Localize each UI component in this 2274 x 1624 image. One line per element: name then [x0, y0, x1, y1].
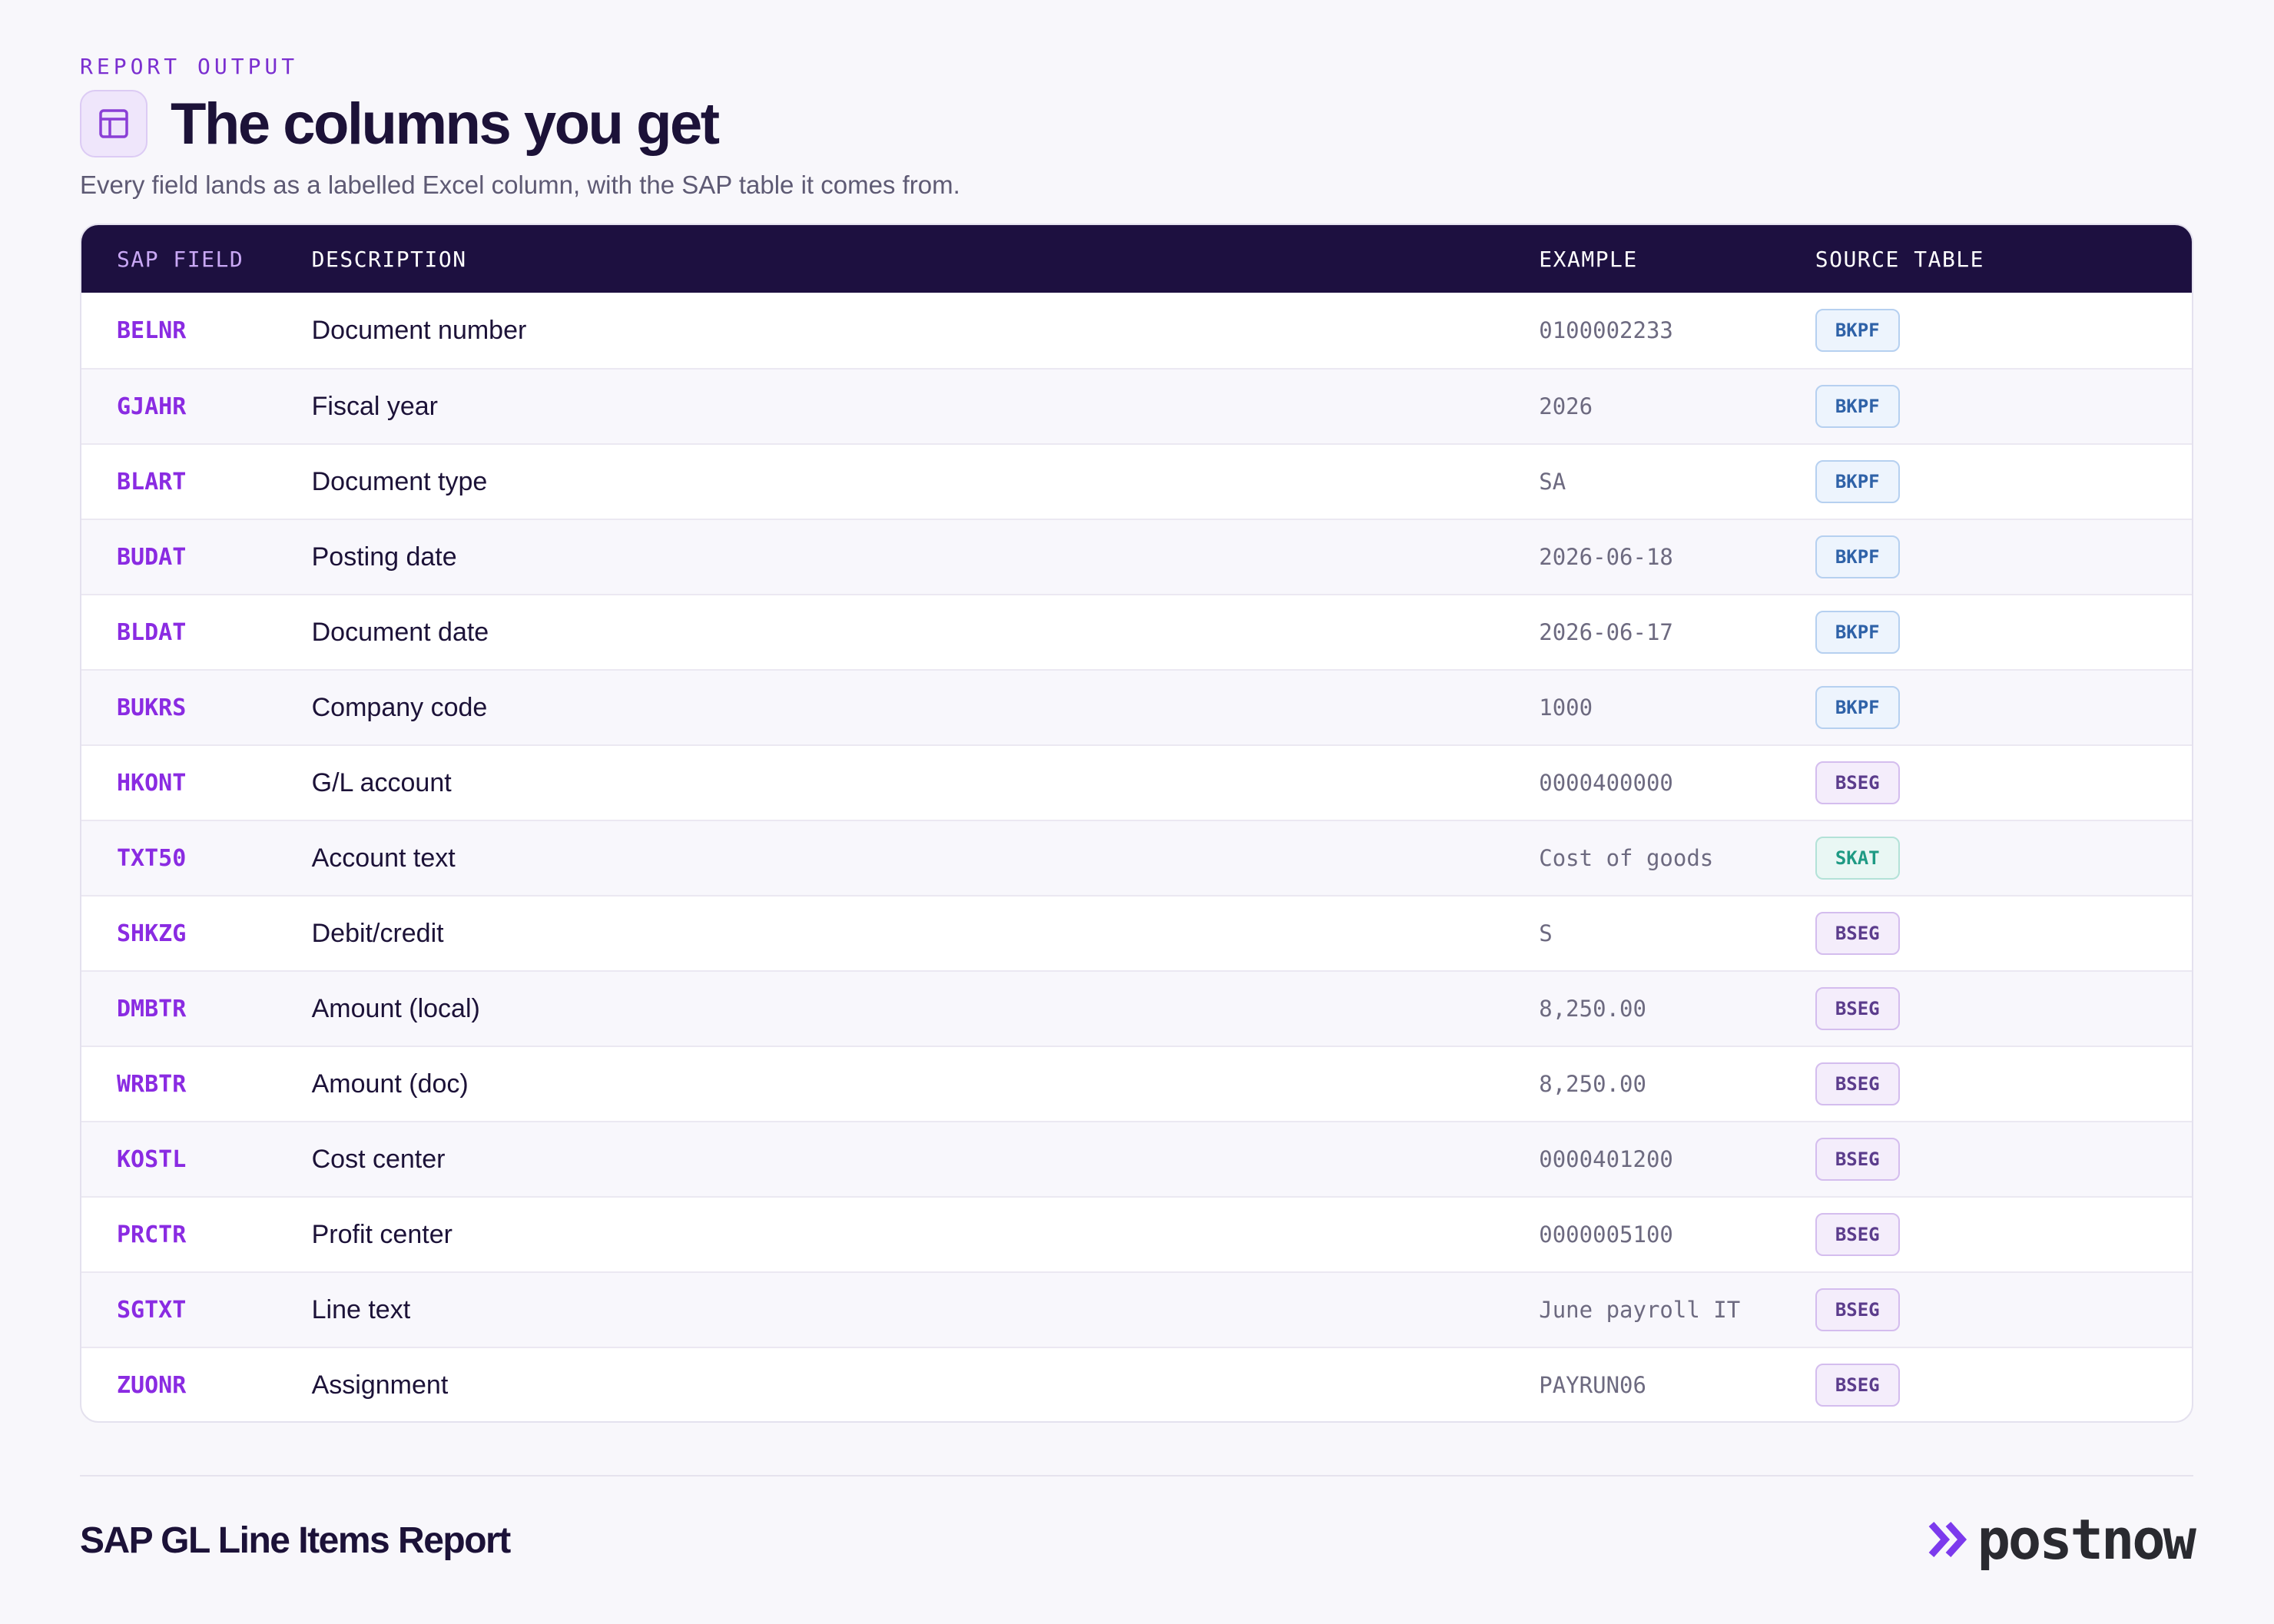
- table-row: BELNR Document number 0100002233 BKPF: [81, 293, 2192, 368]
- field-description: Amount (local): [311, 993, 480, 1023]
- field-example: 2026-06-17: [1539, 619, 1673, 645]
- source-table-badge: BSEG: [1815, 987, 1900, 1030]
- field-description: Profit center: [311, 1219, 452, 1249]
- field-example: 0000400000: [1539, 770, 1673, 796]
- table-row: GJAHR Fiscal year 2026 BKPF: [81, 368, 2192, 443]
- header-example: EXAMPLE: [1539, 246, 1638, 272]
- header-description: DESCRIPTION: [311, 246, 467, 272]
- sap-field-code: BUKRS: [117, 694, 187, 721]
- sap-field-code: BUDAT: [117, 543, 187, 571]
- field-example: 0000005100: [1539, 1221, 1673, 1248]
- field-description: Document type: [311, 466, 488, 496]
- sap-field-code: GJAHR: [117, 393, 187, 420]
- source-table-badge: BKPF: [1815, 611, 1900, 654]
- double-chevron-right-icon: [1928, 1521, 1967, 1558]
- page-subtitle: Every field lands as a labelled Excel co…: [80, 171, 960, 199]
- field-example: 8,250.00: [1539, 1071, 1646, 1097]
- source-table-badge: BSEG: [1815, 1213, 1900, 1256]
- source-table-badge: BSEG: [1815, 1288, 1900, 1331]
- field-description: Account text: [311, 843, 456, 873]
- sap-field-code: DMBTR: [117, 995, 187, 1022]
- page: REPORT OUTPUT The columns you get Every …: [0, 0, 2274, 1624]
- sap-field-code: KOSTL: [117, 1145, 187, 1173]
- header-sap-field: SAP FIELD: [117, 246, 244, 272]
- source-table-badge: BSEG: [1815, 1062, 1900, 1105]
- field-example: PAYRUN06: [1539, 1372, 1646, 1398]
- field-example: S: [1539, 920, 1553, 946]
- field-example: SA: [1539, 469, 1566, 495]
- field-example: 0100002233: [1539, 317, 1673, 343]
- source-table-badge: BKPF: [1815, 535, 1900, 578]
- source-table-badge: BSEG: [1815, 761, 1900, 804]
- sap-field-code: SGTXT: [117, 1296, 187, 1324]
- table-row: BUDAT Posting date 2026-06-18 BKPF: [81, 519, 2192, 594]
- table-row: SGTXT Line text June payroll IT BSEG: [81, 1271, 2192, 1347]
- table-header: SAP FIELD DESCRIPTION EXAMPLE SOURCE TAB…: [81, 225, 2192, 293]
- source-table-badge: BKPF: [1815, 460, 1900, 503]
- source-table-badge: BSEG: [1815, 912, 1900, 955]
- brand-name: postnow: [1977, 1507, 2196, 1572]
- table-row: KOSTL Cost center 0000401200 BSEG: [81, 1121, 2192, 1196]
- sap-field-code: TXT50: [117, 844, 187, 872]
- field-example: 0000401200: [1539, 1146, 1673, 1172]
- table-row: BUKRS Company code 1000 BKPF: [81, 669, 2192, 744]
- field-description: Document number: [311, 315, 527, 345]
- field-description: Posting date: [311, 542, 457, 572]
- field-description: G/L account: [311, 767, 452, 797]
- sap-field-code: BLDAT: [117, 618, 187, 646]
- source-table-badge: BKPF: [1815, 309, 1900, 352]
- source-table-badge: BSEG: [1815, 1138, 1900, 1181]
- sap-field-code: SHKZG: [117, 920, 187, 947]
- field-example: June payroll IT: [1539, 1297, 1741, 1323]
- table-row: WRBTR Amount (doc) 8,250.00 BSEG: [81, 1046, 2192, 1121]
- table-row: PRCTR Profit center 0000005100 BSEG: [81, 1196, 2192, 1271]
- source-table-badge: SKAT: [1815, 837, 1900, 880]
- eyebrow-label: REPORT OUTPUT: [80, 54, 299, 79]
- field-description: Line text: [311, 1294, 411, 1324]
- field-description: Debit/credit: [311, 918, 444, 948]
- columns-table: SAP FIELD DESCRIPTION EXAMPLE SOURCE TAB…: [80, 224, 2193, 1423]
- table-row: BLDAT Document date 2026-06-17 BKPF: [81, 594, 2192, 669]
- report-name: SAP GL Line Items Report: [80, 1520, 511, 1561]
- sap-field-code: WRBTR: [117, 1070, 187, 1098]
- table-row: HKONT G/L account 0000400000 BSEG: [81, 744, 2192, 820]
- field-description: Amount (doc): [311, 1069, 469, 1099]
- field-description: Document date: [311, 617, 489, 647]
- sap-field-code: PRCTR: [117, 1221, 187, 1248]
- table-body: BELNR Document number 0100002233 BKPF GJAHR F…: [81, 293, 2192, 1421]
- sap-field-code: HKONT: [117, 769, 187, 797]
- source-table-badge: BKPF: [1815, 385, 1900, 428]
- field-example: 2026-06-18: [1539, 544, 1673, 570]
- sap-field-code: BELNR: [117, 317, 187, 344]
- field-description: Fiscal year: [311, 391, 438, 421]
- table-row: ZUONR Assignment PAYRUN06 BSEG: [81, 1347, 2192, 1421]
- field-description: Cost center: [311, 1144, 446, 1174]
- title-row: The columns you get: [80, 90, 720, 157]
- table-row: SHKZG Debit/credit S BSEG: [81, 895, 2192, 970]
- sap-field-code: BLART: [117, 468, 187, 495]
- field-example: 1000: [1539, 694, 1593, 721]
- table-row: TXT50 Account text Cost of goods SKAT: [81, 820, 2192, 895]
- source-table-badge: BKPF: [1815, 686, 1900, 729]
- field-description: Assignment: [311, 1370, 449, 1400]
- field-description: Company code: [311, 692, 488, 722]
- page-title: The columns you get: [171, 91, 720, 157]
- brand-logo: postnow: [1927, 1507, 2196, 1572]
- table-row: BLART Document type SA BKPF: [81, 443, 2192, 519]
- source-table-badge: BSEG: [1815, 1364, 1900, 1407]
- field-example: Cost of goods: [1539, 845, 1714, 871]
- table-row: DMBTR Amount (local) 8,250.00 BSEG: [81, 970, 2192, 1046]
- footer-divider: [80, 1475, 2193, 1477]
- field-example: 8,250.00: [1539, 996, 1646, 1022]
- table-icon: [80, 90, 148, 157]
- sap-field-code: ZUONR: [117, 1371, 187, 1399]
- field-example: 2026: [1539, 393, 1593, 419]
- header-source-table: SOURCE TABLE: [1815, 246, 1985, 272]
